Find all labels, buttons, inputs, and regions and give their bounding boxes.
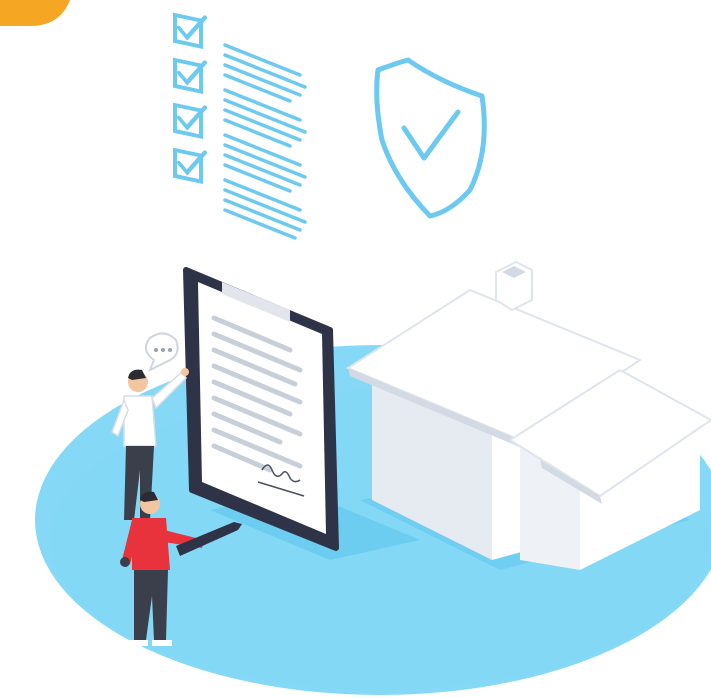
corner-badge bbox=[0, 0, 70, 26]
insurance-illustration bbox=[0, 0, 711, 698]
shield-check-icon bbox=[374, 57, 487, 219]
illustration-canvas bbox=[0, 0, 711, 695]
chimney bbox=[495, 260, 533, 312]
speech-bubble-icon bbox=[144, 332, 179, 373]
checklist-icon bbox=[173, 12, 307, 240]
